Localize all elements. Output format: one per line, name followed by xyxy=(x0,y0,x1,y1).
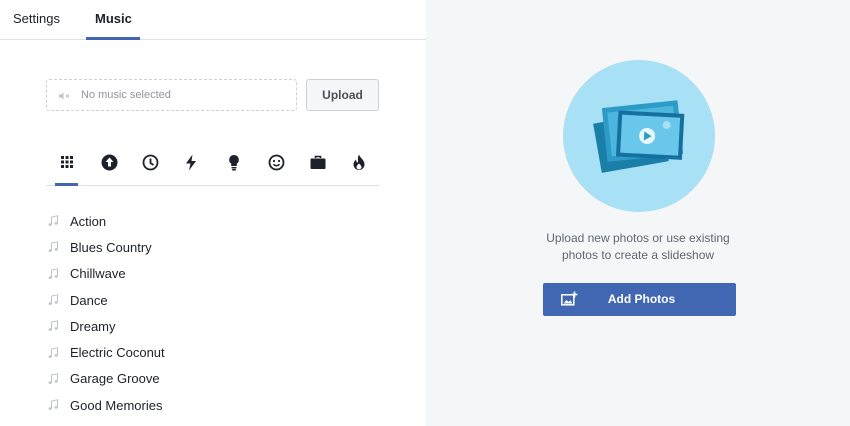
song-title: Dreamy xyxy=(70,318,116,334)
song-item[interactable]: Dance xyxy=(46,287,386,313)
slideshow-illustration xyxy=(563,60,715,212)
category-happy[interactable] xyxy=(266,152,286,172)
tab-bar: Settings Music xyxy=(0,0,426,40)
song-item[interactable]: Chillwave xyxy=(46,261,386,287)
photo-stack-icon xyxy=(593,100,685,173)
music-note-icon xyxy=(48,294,58,305)
mute-icon xyxy=(59,92,70,100)
song-title: Electric Coconut xyxy=(70,345,165,361)
song-item[interactable]: Electric Coconut xyxy=(46,339,386,365)
song-item[interactable]: Garage Groove xyxy=(46,366,386,392)
add-photos-label: Add Photos xyxy=(607,292,676,306)
category-upbeat[interactable] xyxy=(99,152,119,172)
song-title: Good Memories xyxy=(70,397,163,413)
song-item[interactable]: Good Memories xyxy=(46,392,386,418)
flame-icon xyxy=(353,154,365,170)
music-category-bar xyxy=(46,146,379,186)
smiley-icon xyxy=(268,154,284,170)
song-list: Action Blues Country Chillwave Dance Dre… xyxy=(46,208,386,418)
briefcase-icon xyxy=(310,155,326,169)
arrow-up-circle-icon xyxy=(101,154,117,170)
category-inspiring[interactable] xyxy=(224,152,244,172)
grid-icon xyxy=(61,156,73,168)
music-settings-panel: Settings Music No music selected Upload xyxy=(0,0,426,426)
music-note-icon xyxy=(48,320,58,332)
upload-button[interactable]: Upload xyxy=(306,79,379,111)
category-energetic[interactable] xyxy=(181,152,201,172)
song-title: Blues Country xyxy=(70,239,152,255)
lightbulb-icon xyxy=(229,154,239,170)
slideshow-hint-line1: Upload new photos or use existing xyxy=(546,231,730,245)
lightning-icon xyxy=(186,154,196,170)
music-note-icon xyxy=(48,215,58,227)
song-item[interactable]: Blues Country xyxy=(46,234,386,260)
song-item[interactable]: Action xyxy=(46,208,386,234)
music-note-icon xyxy=(48,241,58,253)
tab-music[interactable]: Music xyxy=(95,11,132,26)
music-selection-field[interactable]: No music selected xyxy=(46,79,297,111)
category-business[interactable] xyxy=(308,152,328,172)
category-intense[interactable] xyxy=(349,152,369,172)
category-all[interactable] xyxy=(57,152,77,172)
song-title: Dance xyxy=(70,292,108,308)
active-category-indicator xyxy=(55,183,78,186)
category-recent[interactable] xyxy=(140,152,160,172)
music-note-icon xyxy=(48,267,58,279)
tab-settings[interactable]: Settings xyxy=(13,11,60,26)
song-item[interactable]: Dreamy xyxy=(46,313,386,339)
music-note-icon xyxy=(48,399,58,411)
music-note-icon xyxy=(48,373,58,384)
song-title: Action xyxy=(70,213,107,229)
music-placeholder: No music selected xyxy=(81,89,171,101)
slideshow-hint-line2: photos to create a slideshow xyxy=(561,248,715,262)
music-note-icon xyxy=(48,346,58,358)
slideshow-hint: Upload new photos or use existing photos… xyxy=(426,230,850,264)
song-title: Chillwave xyxy=(70,266,126,282)
add-photos-button[interactable]: Add Photos xyxy=(543,283,736,316)
active-tab-indicator xyxy=(86,37,140,40)
song-title: Garage Groove xyxy=(70,371,160,387)
clock-icon xyxy=(142,154,158,170)
slideshow-preview-panel: Upload new photos or use existing photos… xyxy=(426,0,850,426)
